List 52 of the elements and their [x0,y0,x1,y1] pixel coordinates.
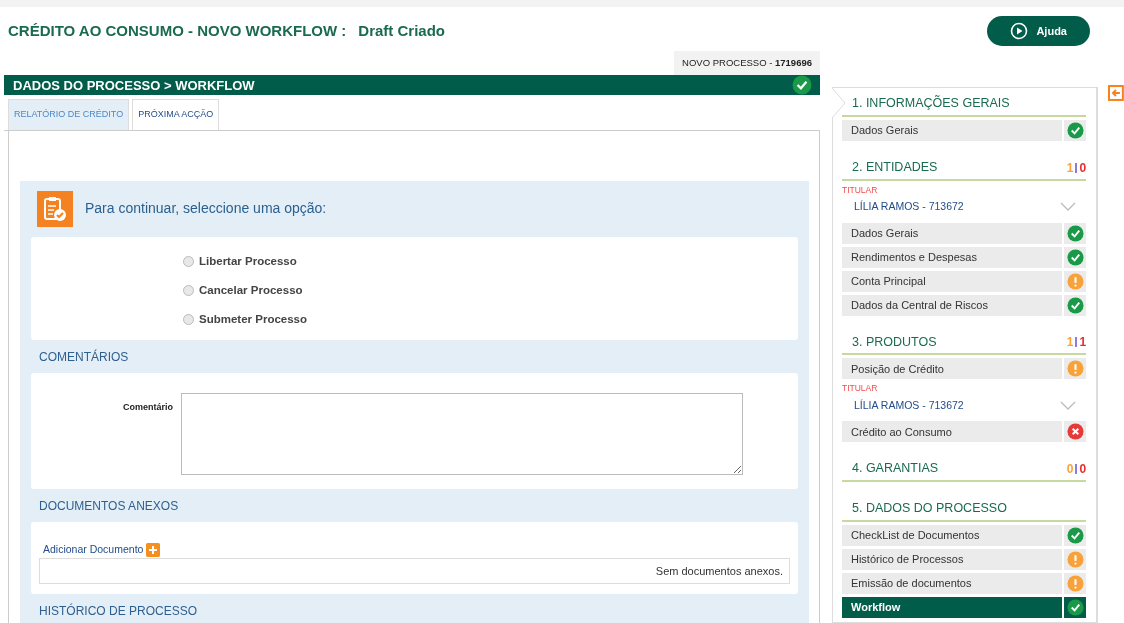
nav-item[interactable]: Dados Gerais [842,119,1087,141]
nav-item[interactable]: Histórico de Processos [842,548,1087,570]
option-label[interactable]: Submeter Processo [199,310,307,328]
nav-item[interactable]: Dados Gerais [842,222,1087,244]
radio-button[interactable] [183,284,194,296]
section-heading: COMENTÁRIOS [38,348,130,366]
section-heading: HISTÓRICO DE PROCESSO [38,602,199,620]
exit-icon[interactable] [1108,85,1124,101]
section-title: DADOS DO PROCESSO > WORKFLOW [13,76,255,95]
option-label[interactable]: Libertar Processo [199,252,297,270]
role-label: TITULAR [842,185,879,195]
status-label: Draft Criado [358,20,445,41]
clipboard-check-icon [37,190,73,227]
option-label[interactable]: Cancelar Processo [199,281,303,299]
tab[interactable]: PRÓXIMA ACÇÃO [132,99,220,130]
section-title: 4. GARANTIAS [852,460,939,478]
warning-count: 1 [1066,159,1074,177]
add-document-link[interactable]: Adicionar Documento [43,541,144,558]
error-count: 0 [1079,461,1087,479]
entity-name[interactable]: LÍLIA RAMOS - 713672 [854,198,964,215]
error-count: 0 [1079,159,1087,177]
comment-field[interactable] [181,392,743,475]
section-title: 2. ENTIDADES [852,158,938,176]
nav-item[interactable]: Workflow [842,596,1087,618]
chevron-down-icon[interactable] [1060,202,1077,212]
section-title: 3. PRODUTOS [852,333,937,351]
process-number: NOVO PROCESSO - 1719696 [674,51,820,76]
nav-item[interactable]: Emissão de documentos [842,572,1087,594]
nav-item[interactable]: Rendimentos e Despesas [842,246,1087,268]
warning-count: 0 [1066,461,1074,479]
help-button[interactable]: Ajuda [987,16,1090,46]
page-title: CRÉDITO AO CONSUMO - NOVO WORKFLOW : [8,20,347,41]
section-title: 1. INFORMAÇÕES GERAIS [852,94,1010,112]
prompt-text: Para continuar, seleccione uma opção: [85,199,327,219]
section-heading: DOCUMENTOS ANEXOS [38,497,180,515]
role-label: TITULAR [842,384,879,394]
section-title: 5. DADOS DO PROCESSO [852,500,1007,518]
chevron-down-icon[interactable] [1060,401,1077,411]
nav-item[interactable]: Dados da Central de Riscos [842,294,1087,316]
field-label: Comentário [122,400,173,414]
entity-name[interactable]: LÍLIA RAMOS - 713672 [854,397,964,414]
nav-item[interactable]: Crédito ao Consumo [842,421,1087,443]
radio-button[interactable] [183,313,194,325]
warning-count: 1 [1066,334,1074,352]
error-count: 1 [1079,334,1087,352]
empty-message: Sem documentos anexos. [655,564,783,577]
nav-item[interactable]: Conta Principal [842,270,1087,292]
nav-item[interactable]: CheckList de Documentos [842,524,1087,546]
nav-item[interactable]: Posição de Crédito [842,358,1087,380]
radio-button[interactable] [183,255,194,267]
plus-icon[interactable] [146,542,161,557]
play-icon [1010,22,1029,40]
